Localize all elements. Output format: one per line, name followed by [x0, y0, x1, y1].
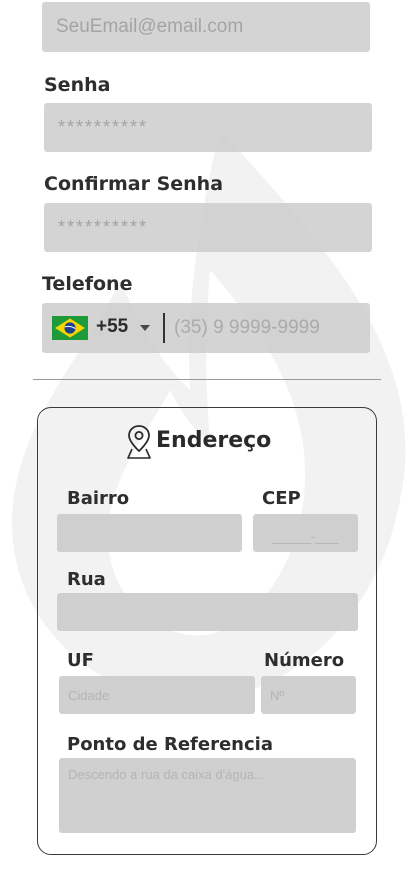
- confirmar-senha-label: Confirmar Senha: [44, 173, 224, 195]
- rua-label: Rua: [67, 569, 106, 590]
- email-input[interactable]: [42, 2, 370, 52]
- phone-input[interactable]: [174, 303, 366, 353]
- phone-separator: [163, 313, 165, 343]
- telefone-label: Telefone: [42, 273, 133, 295]
- senha-label: Senha: [44, 74, 111, 96]
- phone-field: +55: [42, 303, 370, 353]
- ponto-referencia-label: Ponto de Referencia: [67, 734, 273, 755]
- cep-label: CEP: [262, 488, 301, 509]
- bairro-label: Bairro: [67, 488, 130, 509]
- cidade-input[interactable]: [59, 676, 255, 714]
- ponto-referencia-input[interactable]: [59, 758, 356, 833]
- brazil-flag-icon[interactable]: [52, 316, 88, 340]
- country-dial-code[interactable]: +55: [96, 316, 128, 338]
- cep-input[interactable]: [253, 514, 358, 552]
- rua-input[interactable]: [57, 593, 358, 631]
- numero-input[interactable]: [261, 676, 356, 714]
- map-pin-icon: [127, 425, 151, 459]
- confirmar-senha-input[interactable]: [44, 203, 372, 252]
- signup-form: Senha Confirmar Senha Telefone +55 Ender…: [0, 0, 414, 896]
- section-divider: [33, 379, 381, 380]
- chevron-down-icon[interactable]: [140, 325, 150, 331]
- numero-label: Número: [264, 650, 345, 671]
- address-title: Endereço: [156, 428, 272, 453]
- bairro-input[interactable]: [57, 514, 242, 552]
- senha-input[interactable]: [44, 103, 372, 152]
- uf-label: UF: [67, 650, 94, 671]
